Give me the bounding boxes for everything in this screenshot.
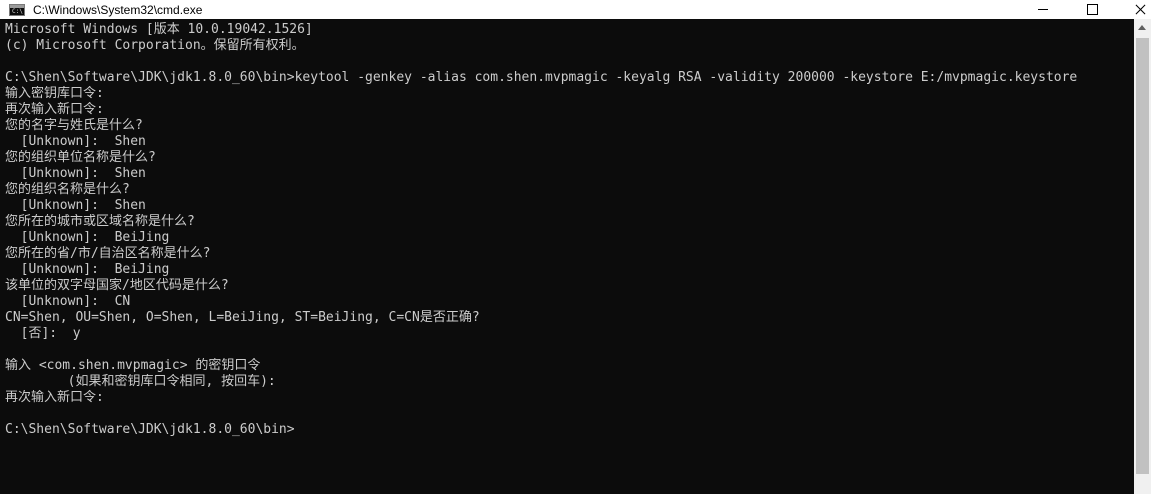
maximize-button[interactable] bbox=[1069, 0, 1115, 19]
window-title: C:\Windows\System32\cmd.exe bbox=[33, 2, 203, 17]
scrollbar-thumb[interactable] bbox=[1136, 38, 1149, 474]
cmd-icon: C:\ bbox=[9, 3, 25, 16]
console-line: [Unknown]: BeiJing bbox=[5, 262, 170, 277]
console-line: 您所在的省/市/自治区名称是什么? bbox=[5, 246, 211, 261]
close-icon bbox=[1135, 4, 1146, 15]
console-line: 再次输入新口令: bbox=[5, 390, 104, 405]
console-line: 该单位的双字母国家/地区代码是什么? bbox=[5, 278, 229, 293]
cmd-icon-glyph: C:\ bbox=[12, 7, 23, 15]
console-line: (如果和密钥库口令相同, 按回车): bbox=[5, 374, 276, 389]
console-line: C:\Shen\Software\JDK\jdk1.8.0_60\bin>key… bbox=[5, 70, 1078, 85]
vertical-scrollbar[interactable] bbox=[1134, 19, 1151, 494]
console-line: 输入密钥库口令: bbox=[5, 86, 104, 101]
console-line: 您所在的城市或区域名称是什么? bbox=[5, 214, 195, 229]
console-line: 您的名字与姓氏是什么? bbox=[5, 118, 143, 133]
console-line: [Unknown]: Shen bbox=[5, 134, 146, 149]
console-line: (c) Microsoft Corporation。保留所有权利。 bbox=[5, 38, 305, 53]
console-line: CN=Shen, OU=Shen, O=Shen, L=BeiJing, ST=… bbox=[5, 310, 480, 325]
console-output[interactable]: Microsoft Windows [版本 10.0.19042.1526] (… bbox=[5, 22, 1135, 492]
console-line: [Unknown]: BeiJing bbox=[5, 230, 170, 245]
console-prompt-line: C:\Shen\Software\JDK\jdk1.8.0_60\bin> bbox=[5, 422, 295, 437]
title-bar[interactable]: C:\ C:\Windows\System32\cmd.exe bbox=[0, 0, 1151, 19]
console-line: [Unknown]: CN bbox=[5, 294, 131, 309]
console-line: [Unknown]: Shen bbox=[5, 198, 146, 213]
scroll-up-arrow-icon[interactable] bbox=[1138, 25, 1146, 30]
cmd-window: C:\ C:\Windows\System32\cmd.exe Microsof… bbox=[0, 0, 1151, 494]
minimize-button[interactable] bbox=[1020, 0, 1066, 19]
maximize-icon bbox=[1086, 4, 1098, 15]
close-button[interactable] bbox=[1117, 0, 1151, 19]
console-line: 您的组织单位名称是什么? bbox=[5, 150, 156, 165]
console-line: 再次输入新口令: bbox=[5, 102, 104, 117]
console-line: 输入 <com.shen.mvpmagic> 的密钥口令 bbox=[5, 358, 261, 373]
console-line: [Unknown]: Shen bbox=[5, 166, 146, 181]
minimize-icon bbox=[1038, 9, 1048, 10]
console-line: [否]: y bbox=[5, 326, 81, 341]
console-line: 您的组织名称是什么? bbox=[5, 182, 130, 197]
console-line: Microsoft Windows [版本 10.0.19042.1526] bbox=[5, 22, 313, 37]
